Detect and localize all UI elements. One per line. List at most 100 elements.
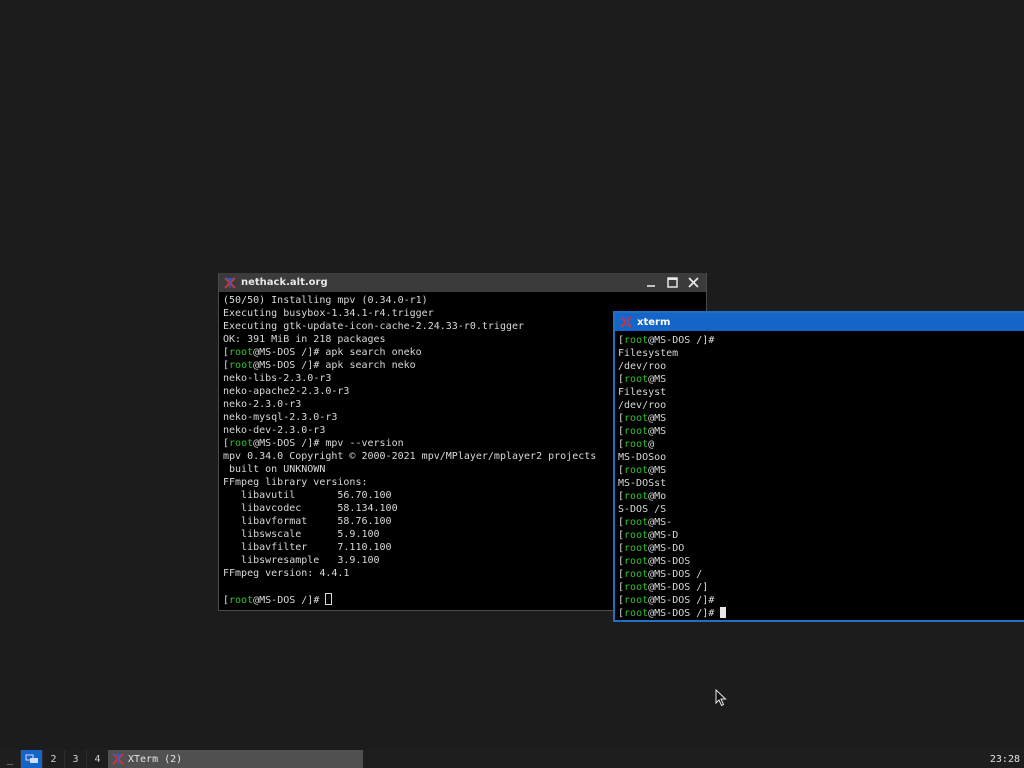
terminal-output[interactable]: [root@MS-DOS /]# Filesystem/dev/roo [root@… — [618, 334, 1024, 620]
taskbar-menu-button[interactable]: _ — [0, 750, 20, 768]
prompt-user: root — [229, 438, 254, 449]
terminal-text: MS-DOSst — [618, 478, 667, 489]
prompt-user: root — [229, 595, 254, 606]
terminal-text: neko-2.3.0-r3 — [223, 399, 302, 410]
workspace-icon — [25, 754, 38, 763]
prompt-user: root — [229, 347, 254, 358]
terminal-text: Filesystem — [618, 348, 679, 359]
terminal-line: [root@MS-DOS /] — [618, 581, 1024, 594]
workspace-4[interactable]: 4 — [86, 750, 108, 768]
terminal-text: (50/50) Installing mpv (0.34.0-r1) — [223, 295, 428, 306]
terminal-text: @MS-D — [648, 530, 679, 541]
taskbar-task-xterm[interactable]: XTerm (2) — [108, 750, 363, 768]
terminal-text: OK: 391 MiB in 218 packages — [223, 334, 386, 345]
terminal-line: MS-DOSst — [618, 477, 1024, 490]
window-titlebar[interactable]: nethack.alt.org — [219, 273, 706, 292]
xterm-icon — [112, 753, 124, 765]
terminal-line: [root@MS-DOS / — [618, 568, 1024, 581]
terminal-text: neko-libs-2.3.0-r3 — [223, 373, 332, 384]
prompt-user: root — [624, 465, 649, 476]
terminal-text: @ — [648, 439, 655, 450]
terminal-text: /dev/roo — [618, 400, 667, 411]
terminal-line: [root@MS — [618, 373, 1024, 386]
task-label: XTerm (2) — [128, 753, 183, 765]
window-title: nethack.alt.org — [241, 277, 328, 288]
terminal-text: mpv 0.34.0 Copyright © 2000-2021 mpv/MPl… — [223, 451, 597, 462]
prompt-user: root — [624, 543, 649, 554]
terminal-text: @MS-DOS /] — [648, 582, 709, 593]
terminal-text: Executing gtk-update-icon-cache-2.24.33-… — [223, 321, 525, 332]
minimize-icon[interactable] — [644, 275, 659, 290]
prompt-user: root — [624, 608, 649, 619]
terminal-text: @MS-DOS /]# apk search neko — [253, 360, 416, 371]
terminal-text: @MS-DOS /]# — [648, 608, 721, 619]
xterm-icon — [620, 316, 632, 328]
window-title: xterm — [637, 316, 671, 328]
terminal-text: MS-DOSoo — [618, 452, 667, 463]
xterm-icon — [224, 277, 236, 289]
terminal-text: @MS-DOS /]# — [648, 335, 715, 346]
prompt-user: root — [624, 595, 649, 606]
terminal-window-xterm[interactable]: xterm [root@MS-DOS /]# Filesystem/dev/roo… — [613, 311, 1024, 622]
terminal-text: @MS-DOS /]# — [648, 595, 715, 606]
prompt-user: root — [624, 335, 649, 346]
terminal-line: [root@MS-DOS /]# — [618, 594, 1024, 607]
terminal-text: S-DOS /S — [618, 504, 667, 515]
terminal-text: @MS-DOS / — [648, 569, 703, 580]
terminal-text: /dev/roo — [618, 361, 667, 372]
terminal-line: [root@MS-D — [618, 529, 1024, 542]
workspace-2[interactable]: 2 — [42, 750, 64, 768]
terminal-text: @MS-DOS /]# — [253, 595, 326, 606]
terminal-text: built on UNKNOWN — [223, 464, 326, 475]
terminal-text: neko-dev-2.3.0-r3 — [223, 425, 326, 436]
text-cursor — [720, 607, 727, 618]
terminal-text: @Mo — [648, 491, 667, 502]
workspace-1[interactable] — [20, 750, 42, 768]
terminal-line: [root@ — [618, 438, 1024, 451]
terminal-line: Filesystem — [618, 347, 1024, 360]
terminal-line: MS-DOSoo — [618, 451, 1024, 464]
terminal-line: Filesyst — [618, 386, 1024, 399]
window-titlebar[interactable]: xterm — [615, 313, 1024, 331]
terminal-text: @MS-DOS /]# apk search oneko — [253, 347, 422, 358]
terminal-text: libswresample 3.9.100 — [223, 555, 380, 566]
terminal-text: libavcodec 58.134.100 — [223, 503, 398, 514]
prompt-user: root — [624, 556, 649, 567]
terminal-text: Executing busybox-1.34.1-r4.trigger — [223, 308, 434, 319]
terminal-text: libavformat 58.76.100 — [223, 516, 392, 527]
terminal-line: S-DOS /S — [618, 503, 1024, 516]
window-controls — [644, 275, 701, 290]
prompt-user: root — [624, 439, 649, 450]
terminal-text: FFmpeg library versions: — [223, 477, 368, 488]
terminal-text: libavfilter 7.110.100 — [223, 542, 392, 553]
terminal-line: [root@Mo — [618, 490, 1024, 503]
terminal-text: libavutil 56.70.100 — [223, 490, 392, 501]
prompt-user: root — [624, 569, 649, 580]
terminal-text: @MS — [648, 426, 667, 437]
mouse-pointer-icon — [715, 689, 727, 707]
terminal-text: @MS-DO — [648, 543, 685, 554]
terminal-line: [root@MS-DOS /]# — [618, 607, 1024, 620]
terminal-text: @MS — [648, 465, 667, 476]
terminal-text: @MS — [648, 413, 667, 424]
terminal-line: [root@MS — [618, 464, 1024, 477]
terminal-line: [root@MS-DO — [618, 542, 1024, 555]
terminal-text: @MS-DOS — [648, 556, 691, 567]
prompt-user: root — [229, 360, 254, 371]
close-icon[interactable] — [686, 275, 701, 290]
maximize-icon[interactable] — [665, 275, 680, 290]
terminal-line: [root@MS- — [618, 516, 1024, 529]
taskbar: _ 2 3 4 XTerm (2) 23:28 — [0, 750, 1024, 768]
terminal-line: [root@MS — [618, 412, 1024, 425]
terminal-line: [root@MS — [618, 425, 1024, 438]
prompt-user: root — [624, 582, 649, 593]
terminal-text: @MS- — [648, 517, 673, 528]
prompt-user: root — [624, 374, 649, 385]
terminal-text: neko-apache2-2.3.0-r3 — [223, 386, 350, 397]
terminal-text: libswscale 5.9.100 — [223, 529, 380, 540]
workspace-3[interactable]: 3 — [64, 750, 86, 768]
terminal-text: neko-mysql-2.3.0-r3 — [223, 412, 338, 423]
terminal-line: /dev/roo — [618, 399, 1024, 412]
terminal-line: /dev/roo — [618, 360, 1024, 373]
terminal-text: FFmpeg version: 4.4.1 — [223, 568, 350, 579]
